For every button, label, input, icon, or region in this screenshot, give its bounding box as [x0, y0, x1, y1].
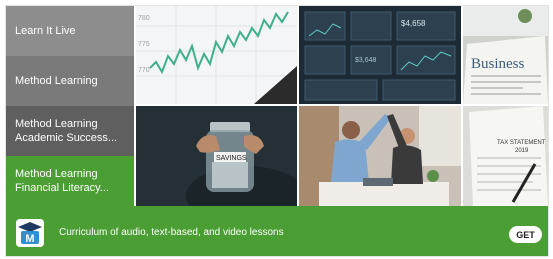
sidebar-item-financial-literacy[interactable]: Method Learning Financial Literacy...	[6, 156, 134, 206]
sidebar-item-method-learning[interactable]: Method Learning	[6, 56, 134, 106]
dashboard-value: $3,648	[355, 57, 377, 64]
screenshot-office[interactable]	[299, 106, 461, 206]
tax-statement-image: TAX STATEMENT 2019	[463, 106, 548, 206]
sidebar: Learn It Live Method Learning Method Lea…	[6, 6, 134, 206]
dashboard-image: $4,658 $3,648	[299, 6, 461, 104]
screenshot-newspaper[interactable]: Business	[463, 6, 548, 104]
app-card: Learn It Live Method Learning Method Lea…	[6, 6, 548, 256]
stock-chart-image: 780 775 770	[136, 6, 297, 104]
sidebar-item-label: Method Learning	[15, 118, 98, 130]
chart-tick-label: 775	[138, 41, 150, 48]
screenshot-stock-chart[interactable]: 780 775 770	[136, 6, 297, 104]
sidebar-item-label: Method Learning	[15, 168, 98, 180]
get-button[interactable]: GET	[509, 226, 542, 243]
savings-jar-image: SAVINGS	[136, 106, 297, 206]
tax-year: 2019	[515, 148, 529, 154]
app-icon-letter: M	[25, 233, 34, 245]
app-description: Curriculum of audio, text-based, and vid…	[59, 227, 284, 238]
office-image	[299, 106, 461, 206]
screenshot-tax-statement[interactable]: TAX STATEMENT 2019	[463, 106, 548, 206]
method-learning-logo-icon: M	[16, 219, 44, 247]
sidebar-item-label: Learn It Live	[15, 25, 76, 37]
app-icon[interactable]: M	[16, 219, 44, 247]
newspaper-image: Business	[463, 6, 548, 104]
sidebar-item-sublabel: Financial Literacy...	[15, 182, 109, 194]
sidebar-item-sublabel: Academic Success...	[15, 132, 118, 144]
tax-heading: TAX STATEMENT	[497, 140, 546, 146]
screenshot-dashboard[interactable]: $4,658 $3,648	[299, 6, 461, 104]
app-info-bar: M Curriculum of audio, text-based, and v…	[6, 206, 548, 256]
newspaper-headline: Business	[471, 56, 525, 72]
sidebar-item-learn-it-live[interactable]: Learn It Live	[6, 6, 134, 56]
jar-label: SAVINGS	[216, 155, 247, 162]
screenshot-savings-jar[interactable]: SAVINGS	[136, 106, 297, 206]
dashboard-value: $4,658	[401, 19, 426, 28]
chart-tick-label: 770	[138, 67, 150, 74]
chart-tick-label: 780	[138, 15, 150, 22]
sidebar-item-academic-success[interactable]: Method Learning Academic Success...	[6, 106, 134, 156]
sidebar-item-label: Method Learning	[15, 75, 98, 87]
